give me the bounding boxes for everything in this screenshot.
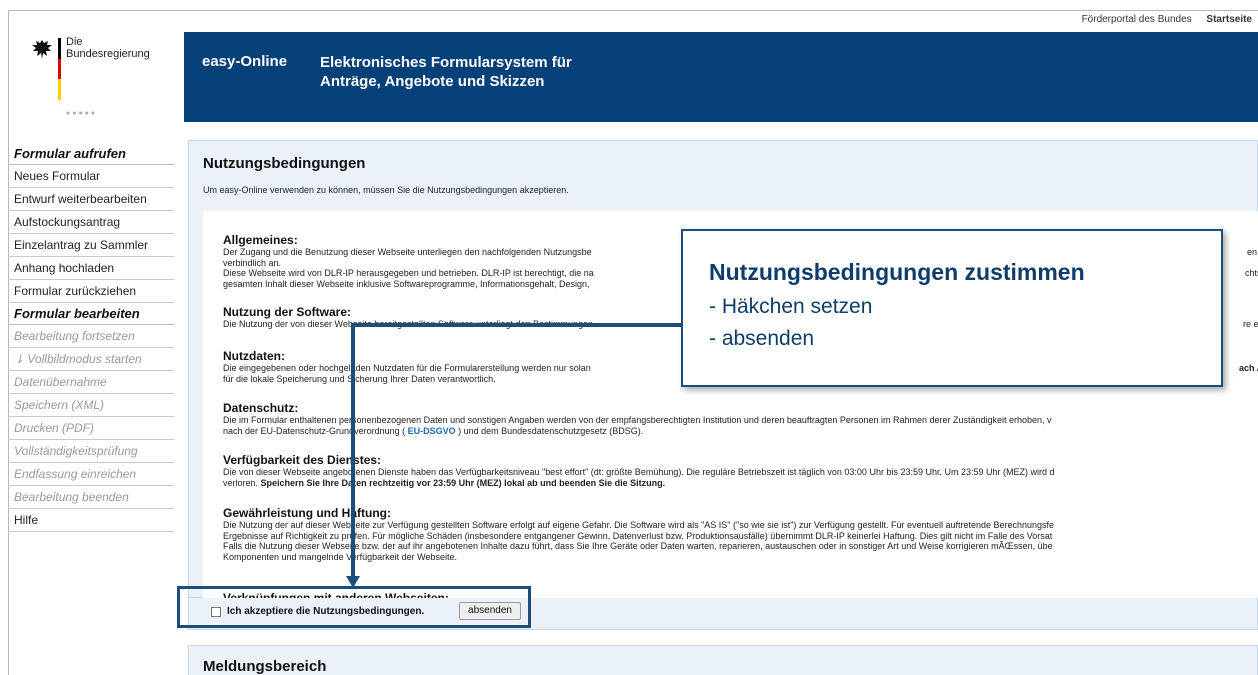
sidebar-section-formular-bearbeiten: Formular bearbeiten bbox=[8, 303, 174, 325]
bundesregierung-logo[interactable]: Die Bundesregierung ●●●●● bbox=[8, 32, 184, 128]
callout-step-1: - Häkchen setzen bbox=[709, 295, 873, 318]
sidebar-item-endfassung[interactable]: Endfassung einreichen bbox=[8, 463, 174, 486]
sidebar-item-drucken[interactable]: Drucken (PDF) bbox=[8, 417, 174, 440]
app-title: Elektronisches Formularsystem für Anträg… bbox=[320, 54, 572, 90]
meldungsbereich-panel: Meldungsbereich bbox=[188, 645, 1258, 675]
page-title: Nutzungsbedingungen bbox=[203, 155, 366, 172]
federal-eagle-icon bbox=[32, 40, 52, 59]
top-links: Förderportal des Bundes Startseite bbox=[1070, 14, 1252, 25]
app-header: easy-Online Elektronisches Formularsyste… bbox=[184, 32, 1258, 122]
eu-dsgvo-link[interactable]: EU-DSGVO bbox=[408, 426, 456, 436]
sidebar: Formular aufrufen Neues Formular Entwurf… bbox=[8, 143, 174, 532]
sidebar-item-vollstaendigkeit[interactable]: Vollständigkeitsprüfung bbox=[8, 440, 174, 463]
logo-text: Die Bundesregierung bbox=[66, 36, 150, 60]
sidebar-item-entwurf[interactable]: Entwurf weiterbearbeiten bbox=[8, 188, 174, 211]
accept-highlight-box bbox=[177, 586, 531, 628]
app-brand: easy-Online bbox=[202, 53, 288, 70]
sidebar-item-neues-formular[interactable]: Neues Formular bbox=[8, 165, 174, 188]
sidebar-item-datenuebernahme[interactable]: Datenübernahme bbox=[8, 371, 174, 394]
flag-stripe bbox=[58, 38, 61, 100]
foerderportal-link[interactable]: Förderportal des Bundes bbox=[1082, 14, 1192, 25]
annotation-arrow-vertical bbox=[351, 323, 355, 579]
callout-title: Nutzungsbedingungen zustimmen bbox=[709, 259, 1085, 285]
sidebar-section-formular-aufrufen: Formular aufrufen bbox=[8, 143, 174, 165]
section-verfuegbarkeit: Verfügbarkeit des Dienstes: Die von dies… bbox=[223, 453, 1055, 488]
sidebar-item-anhang[interactable]: Anhang hochladen bbox=[8, 257, 174, 280]
section-datenschutz: Datenschutz: Die im Formular enthaltenen… bbox=[223, 401, 1052, 436]
sidebar-item-aufstockungsantrag[interactable]: Aufstockungsantrag bbox=[8, 211, 174, 234]
sidebar-item-vollbildmodus[interactable]: ⇂ Vollbildmodus starten bbox=[8, 348, 174, 371]
sidebar-item-einzelantrag[interactable]: Einzelantrag zu Sammler bbox=[8, 234, 174, 257]
sidebar-item-beenden[interactable]: Bearbeitung beenden bbox=[8, 486, 174, 509]
callout-step-2: - absenden bbox=[709, 327, 815, 350]
logo-dots: ●●●●● bbox=[66, 110, 98, 117]
section-gewaehrleistung: Gewährleistung und Haftung: Die Nutzung … bbox=[223, 506, 1055, 562]
instruction-callout: Nutzungsbedingungen zustimmen - Häkchen … bbox=[681, 229, 1223, 387]
meldungsbereich-title: Meldungsbereich bbox=[203, 658, 327, 675]
sidebar-item-hilfe[interactable]: Hilfe bbox=[8, 509, 174, 532]
startseite-link[interactable]: Startseite bbox=[1206, 14, 1252, 25]
sidebar-item-bearbeitung-fortsetzen[interactable]: Bearbeitung fortsetzen bbox=[8, 325, 174, 348]
sidebar-item-speichern[interactable]: Speichern (XML) bbox=[8, 394, 174, 417]
annotation-arrow-horizontal bbox=[352, 323, 682, 327]
sidebar-item-zurueckziehen[interactable]: Formular zurückziehen bbox=[8, 280, 174, 303]
terms-intro: Um easy-Online verwenden zu können, müss… bbox=[203, 185, 569, 195]
